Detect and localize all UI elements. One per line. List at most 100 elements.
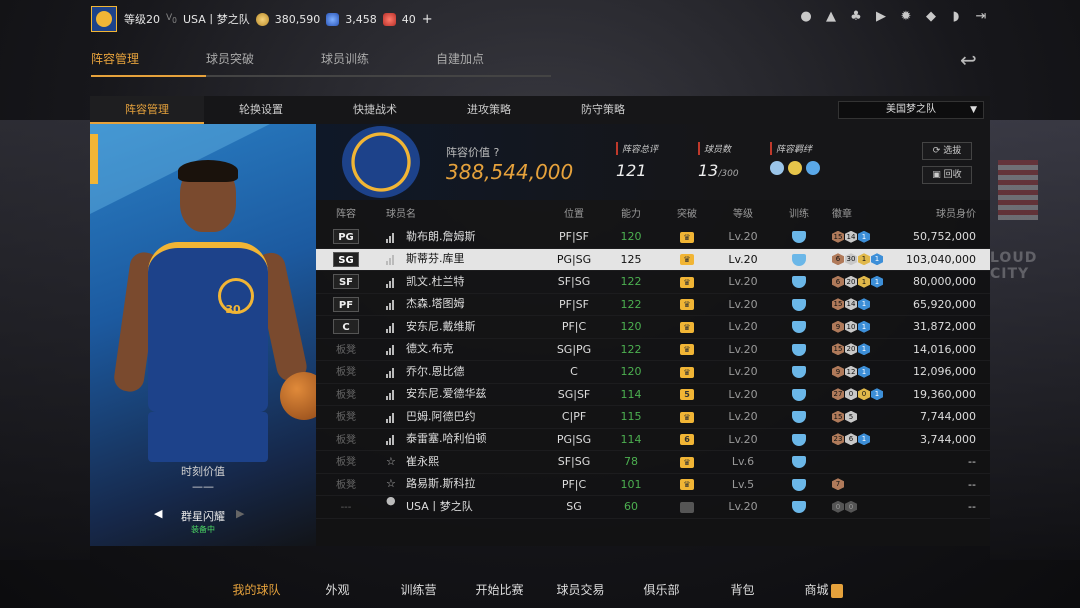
nav-training-camp[interactable]: 训练营 <box>378 578 459 608</box>
ability-cell: 125 <box>620 252 642 266</box>
table-row[interactable]: 板凳 安东尼.爱德华兹 SG|SF 114 5 Lv.20 27 0 0 1 19,3… <box>316 384 990 406</box>
crown-icon: ♛ <box>680 231 694 243</box>
subtab-defense[interactable]: 防守策略 <box>546 96 660 124</box>
stats-icon <box>386 276 398 288</box>
back-icon[interactable]: ↩ <box>960 48 988 72</box>
avatar[interactable] <box>91 6 117 32</box>
headset-icon[interactable]: ◗ <box>949 10 963 24</box>
exit-icon[interactable]: ⇥ <box>974 10 988 24</box>
position-cell: SG|SF <box>557 387 591 401</box>
player-jersey: 30 <box>148 242 268 412</box>
table-row[interactable]: 板凳 巴姆.阿德巴约 C|PF 115 ♛ Lv.20 15 5 7,744,00… <box>316 406 990 429</box>
table-row[interactable]: SG 斯蒂芬.库里 PG|SG 125 ♛ Lv.20 6 30 1 1 103,04… <box>316 248 990 271</box>
nav-start-game[interactable]: 开始比赛 <box>459 578 540 608</box>
recycle-button[interactable]: ▣ 回收 <box>922 166 972 184</box>
subtab-quick-tactics[interactable]: 快捷战术 <box>318 96 432 124</box>
table-row[interactable]: 板凳 ☆ 路易斯.斯科拉 PF|C 101 ♛ Lv.5 7 -- <box>316 474 990 496</box>
table-row[interactable]: 板凳 ☆ 崔永熙 SF|SG 78 ♛ Lv.6 -- <box>316 451 990 474</box>
table-row[interactable]: PG 勒布朗.詹姆斯 PF|SF 120 ♛ Lv.20 15 14 1 50,75… <box>316 226 990 249</box>
nav-my-team[interactable]: 我的球队 <box>216 578 297 608</box>
player-name: 凯文.杜兰特 <box>406 274 465 288</box>
table-row[interactable]: 板凳 乔尔.恩比德 C 120 ♛ Lv.20 9 12 1 12,096,000 <box>316 361 990 384</box>
ticket-icon <box>382 12 396 26</box>
crown-icon: ♛ <box>680 276 694 288</box>
subtab-rotation[interactable]: 轮换设置 <box>204 96 318 124</box>
player-name: 杰森.塔图姆 <box>406 297 465 310</box>
salary-cell: 31,872,000 <box>913 320 976 333</box>
badge-icon: 0 <box>832 500 844 513</box>
position-tag: PG <box>333 229 359 244</box>
training-icon <box>792 276 806 288</box>
badges-cell: 7 <box>828 474 884 496</box>
background-right: LOUD CITY <box>990 120 1080 560</box>
tab-custom-points[interactable]: 自建加点 <box>436 50 551 77</box>
jersey-number: 30 <box>225 303 241 316</box>
player-name: 乔尔.恩比德 <box>406 364 465 378</box>
badge-icon: 6 <box>832 275 844 288</box>
breakthrough-cell <box>658 496 716 518</box>
badges-cell: 9 12 1 <box>828 361 884 383</box>
salary-cell: 80,000,000 <box>913 275 976 288</box>
badge-icon: 15 <box>832 298 844 311</box>
nav-backpack[interactable]: 背包 <box>702 578 783 608</box>
stats-icon <box>386 366 398 378</box>
table-row[interactable]: SF 凯文.杜兰特 SF|SG 122 ♛ Lv.20 6 20 1 1 80,000… <box>316 271 990 294</box>
badge-icon: 0 <box>845 388 857 401</box>
salary-cell: 19,360,000 <box>913 387 976 401</box>
table-row[interactable]: 板凳 泰雷塞.哈利伯顿 PG|SG 114 6 Lv.20 23 6 1 3,744… <box>316 429 990 451</box>
training-icon <box>792 366 806 378</box>
breakthrough-cell: ♛ <box>658 294 716 316</box>
tab-training[interactable]: 球员训练 <box>321 50 436 77</box>
moment-value: —— <box>192 480 214 493</box>
video-icon[interactable]: ▶ <box>874 10 888 24</box>
bond-icons[interactable] <box>770 161 820 175</box>
shield-icon[interactable]: ◆ <box>924 10 938 24</box>
table-row[interactable]: PF 杰森.塔图姆 PF|SF 122 ♛ Lv.20 15 14 1 65,920… <box>316 294 990 316</box>
nav-club[interactable]: 俱乐部 <box>621 578 702 608</box>
breakthrough-cell: ♛ <box>658 271 716 293</box>
badge-icon: 27 <box>832 388 844 401</box>
lineup-cell: 板凳 <box>316 451 376 473</box>
bell-icon[interactable]: ▲ <box>824 10 838 24</box>
ability-cell: 122 <box>620 297 642 311</box>
player-image: 30 <box>112 160 316 462</box>
team-select-value: 美国梦之队 <box>886 104 936 115</box>
training-cell <box>770 406 828 428</box>
badge-icon: 20 <box>845 275 857 288</box>
stats-icon <box>386 343 398 356</box>
player-card[interactable]: 30 时刻价值 —— ◀ 群星闪耀 ▶ 装备中 <box>90 124 316 546</box>
total-rating-label: 阵容总评 <box>616 142 658 155</box>
nav-trade[interactable]: 球员交易 <box>540 578 621 608</box>
bench-label: 板凳 <box>336 412 356 423</box>
friends-icon[interactable]: ♣ <box>849 10 863 24</box>
bench-label: 板凳 <box>336 389 356 401</box>
team-select[interactable]: 美国梦之队 ▼ <box>838 101 984 119</box>
next-arrow-icon[interactable]: ▶ <box>236 507 244 520</box>
salary-cell: -- <box>968 477 976 491</box>
nav-shop[interactable]: 商城 <box>783 578 864 608</box>
position-cell: PF|C <box>561 477 587 491</box>
table-row[interactable]: C 安东尼.戴维斯 PF|C 120 ♛ Lv.20 9 10 1 31,872,0… <box>316 316 990 339</box>
add-button[interactable]: + <box>422 12 433 27</box>
badge-icon: 20 <box>845 343 857 356</box>
select-button[interactable]: ⟳ 选拔 <box>922 142 972 160</box>
badges-cell: 6 20 1 1 <box>828 271 884 293</box>
header-training: 训练 <box>789 209 809 220</box>
subtab-offense[interactable]: 进攻策略 <box>432 96 546 124</box>
training-icon <box>792 478 806 491</box>
table-row[interactable]: 板凳 德文.布克 SG|PG 122 ♛ Lv.20 15 20 1 14,016,… <box>316 339 990 361</box>
table-row[interactable]: --- ● USA丨梦之队 SG 60 Lv.20 00 -- <box>316 494 990 519</box>
badges-cell: 15 14 1 <box>828 226 884 248</box>
subtab-lineup[interactable]: 阵容管理 <box>90 96 204 124</box>
lineup-panel: 阵容管理 轮换设置 快捷战术 进攻策略 防守策略 美国梦之队 ▼ 30 时刻价值… <box>90 96 990 546</box>
player-name-cell: 安东尼.戴维斯 <box>376 316 544 338</box>
tab-breakthrough[interactable]: 球员突破 <box>206 50 321 77</box>
profile-icon[interactable]: ● <box>799 10 813 24</box>
gear-icon[interactable]: ✹ <box>899 10 913 24</box>
tab-lineup[interactable]: 阵容管理 <box>91 50 206 77</box>
badge-icon: 1 <box>858 365 870 378</box>
badges-cell: 6 30 1 1 <box>828 249 884 271</box>
nav-appearance[interactable]: 外观 <box>297 578 378 608</box>
badge-icon: 15 <box>832 343 844 356</box>
help-icon[interactable]: ? <box>494 146 500 159</box>
